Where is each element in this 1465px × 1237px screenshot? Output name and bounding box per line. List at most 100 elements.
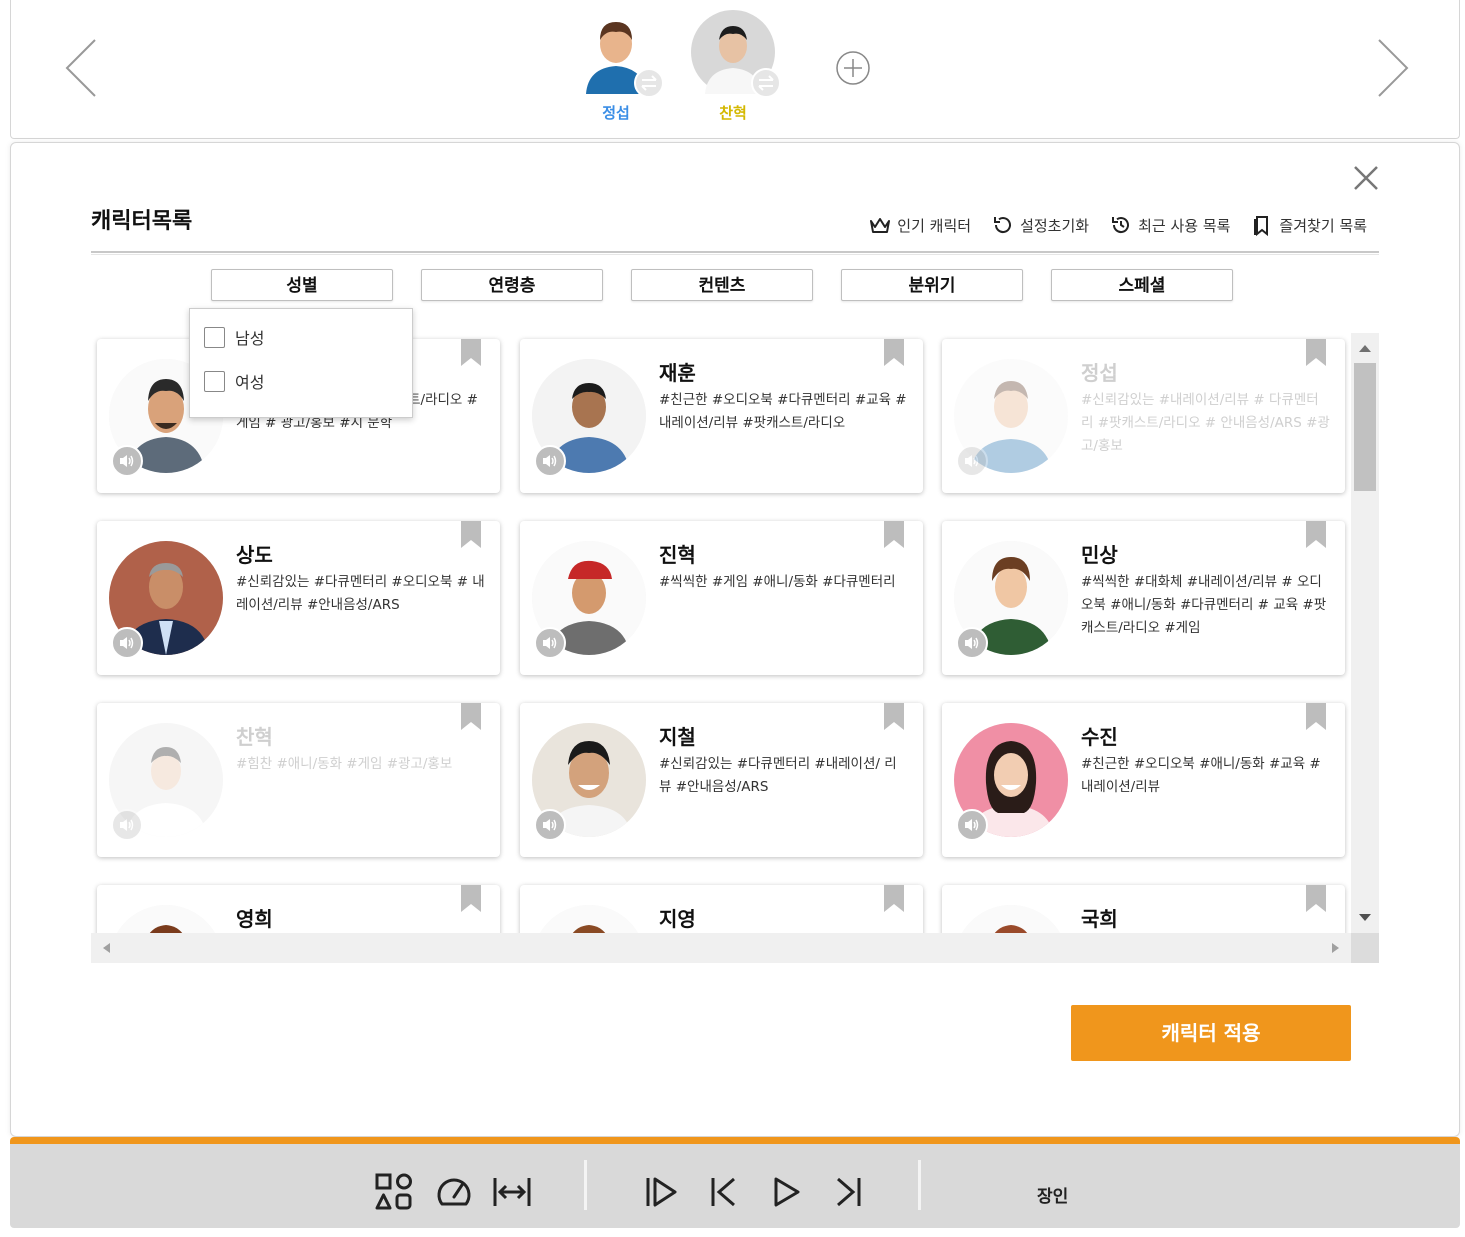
scroll-right-icon[interactable] xyxy=(1331,942,1341,954)
swap-icon[interactable] xyxy=(751,68,781,98)
next-icon[interactable] xyxy=(828,1172,868,1212)
speaker-icon[interactable] xyxy=(111,809,143,841)
character-name: 지영 xyxy=(659,907,696,931)
character-list-panel: 캐릭터목록 인기 캐릭터 설정초기화 최근 사용 목록 즐겨찾기 목록 성별 연… xyxy=(10,142,1460,1137)
character-name: 수진 xyxy=(1081,725,1118,749)
bookmark-icon[interactable] xyxy=(1305,703,1327,731)
character-name: 상도 xyxy=(236,543,273,567)
character-tags: #신뢰감있는 #다큐멘터리 #내레이션/ 리뷰 #안내음성/ARS xyxy=(659,756,897,795)
add-voice-icon[interactable] xyxy=(835,50,871,86)
previous-icon[interactable] xyxy=(704,1172,744,1212)
bookmark-icon[interactable] xyxy=(883,339,905,367)
character-name: 재훈 xyxy=(659,361,696,385)
speaker-icon[interactable] xyxy=(111,627,143,659)
close-icon[interactable] xyxy=(1351,163,1381,193)
bookmark-icon[interactable] xyxy=(460,885,482,913)
scroll-left-icon[interactable] xyxy=(101,942,111,954)
speaker-icon[interactable] xyxy=(956,809,988,841)
bookmark-icon[interactable] xyxy=(1305,521,1327,549)
favorites-list-button[interactable]: 즐겨찾기 목록 xyxy=(1250,213,1367,237)
scroll-up-icon[interactable] xyxy=(1358,343,1372,353)
gender-option-female[interactable]: 여성 xyxy=(204,369,264,393)
checkbox[interactable] xyxy=(204,370,225,392)
filter-age[interactable]: 연령층 xyxy=(421,269,603,301)
title-divider xyxy=(91,251,1379,255)
scrollbar-corner xyxy=(1351,933,1379,963)
character-card[interactable]: 상도 #신뢰감있는 #다큐멘터리 #오디오북 # 내레이션/리뷰 #안내음성/A… xyxy=(97,521,500,675)
filter-content[interactable]: 컨텐츠 xyxy=(631,269,813,301)
scrollbar-thumb[interactable] xyxy=(1354,363,1376,491)
favorites-label: 즐겨찾기 목록 xyxy=(1279,216,1367,235)
bookmark-icon[interactable] xyxy=(883,703,905,731)
character-card[interactable]: 재훈 #친근한 #오디오북 #다큐멘터리 #교육 #내레이션/리뷰 #팟캐스트/… xyxy=(520,339,923,493)
character-card[interactable]: 수진 #친근한 #오디오북 #애니/동화 #교육 # 내레이션/리뷰 xyxy=(942,703,1345,857)
character-tags: #씩씩한 #게임 #애니/동화 #다큐멘터리 xyxy=(659,574,896,590)
bookmark-icon[interactable] xyxy=(1305,885,1327,913)
character-name: 진혁 xyxy=(659,543,696,567)
toolbar-separator xyxy=(918,1160,921,1210)
bookmark-icon[interactable] xyxy=(460,339,482,367)
avatar xyxy=(691,10,781,98)
filter-special[interactable]: 스페셜 xyxy=(1051,269,1233,301)
current-speaker[interactable]: 장인 xyxy=(1037,1182,1068,1207)
play-from-start-icon[interactable] xyxy=(642,1172,682,1212)
character-name: 찬혁 xyxy=(236,725,273,749)
character-grid: 디오북 # 다큐멘터리 #팟캐스트/라디오 #게임 # 광고/홍보 #시 문학 … xyxy=(91,333,1379,963)
bookmark-icon[interactable] xyxy=(1305,339,1327,367)
checkbox[interactable] xyxy=(204,326,225,348)
character-tags: #신뢰감있는 #내레이션/리뷰 # 다큐멘터리 #팟캐스트/라디오 # 안내음성… xyxy=(1081,392,1330,454)
swap-icon[interactable] xyxy=(634,68,664,98)
panel-title: 캐릭터목록 xyxy=(91,209,193,234)
bookmark-icon[interactable] xyxy=(883,521,905,549)
speaker-icon[interactable] xyxy=(956,627,988,659)
vertical-scrollbar[interactable] xyxy=(1351,333,1379,933)
panel-toolbar: 인기 캐릭터 설정초기화 최근 사용 목록 즐겨찾기 목록 xyxy=(868,213,1367,237)
option-label: 여성 xyxy=(235,373,265,392)
voice-slot-2[interactable]: 찬혁 xyxy=(688,10,781,123)
shapes-icon[interactable] xyxy=(374,1172,414,1212)
character-tags: #신뢰감있는 #다큐멘터리 #오디오북 # 내레이션/리뷰 #안내음성/ARS xyxy=(236,574,485,613)
speed-icon[interactable] xyxy=(434,1172,474,1212)
reset-label: 설정초기화 xyxy=(1020,216,1090,235)
character-name: 지철 xyxy=(659,725,696,749)
bookmark-icon[interactable] xyxy=(460,703,482,731)
play-icon[interactable] xyxy=(766,1172,806,1212)
reset-settings-button[interactable]: 설정초기화 xyxy=(991,213,1089,237)
speaker-icon[interactable] xyxy=(534,627,566,659)
character-tags: #친근한 #오디오북 #애니/동화 #교육 # 내레이션/리뷰 xyxy=(1081,756,1321,795)
gender-option-male[interactable]: 남성 xyxy=(204,325,264,349)
bookmark-list-icon xyxy=(1254,216,1269,237)
chevron-right-icon[interactable] xyxy=(1371,38,1411,98)
width-icon[interactable] xyxy=(492,1172,532,1212)
character-card[interactable]: 지철 #신뢰감있는 #다큐멘터리 #내레이션/ 리뷰 #안내음성/ARS xyxy=(520,703,923,857)
character-tags: #힘찬 #애니/동화 #게임 #광고/홍보 xyxy=(236,756,453,772)
popular-label: 인기 캐릭터 xyxy=(897,216,972,235)
filter-mood[interactable]: 분위기 xyxy=(841,269,1023,301)
character-name: 민상 xyxy=(1081,543,1118,567)
character-card[interactable]: 민상 #씩씩한 #대화체 #내레이션/리뷰 # 오디오북 #애니/동화 #다큐멘… xyxy=(942,521,1345,675)
bookmark-icon[interactable] xyxy=(460,521,482,549)
character-name: 정섭 xyxy=(1081,361,1118,385)
bookmark-icon[interactable] xyxy=(883,885,905,913)
option-label: 남성 xyxy=(235,329,265,348)
gender-dropdown: 남성 여성 xyxy=(189,308,413,418)
popular-characters-button[interactable]: 인기 캐릭터 xyxy=(868,213,971,237)
speaker-icon[interactable] xyxy=(534,809,566,841)
chevron-left-icon[interactable] xyxy=(63,38,103,98)
character-card[interactable]: 정섭 #신뢰감있는 #내레이션/리뷰 # 다큐멘터리 #팟캐스트/라디오 # 안… xyxy=(942,339,1345,493)
scroll-down-icon[interactable] xyxy=(1358,913,1372,923)
character-card[interactable]: 찬혁 #힘찬 #애니/동화 #게임 #광고/홍보 xyxy=(97,703,500,857)
speaker-icon[interactable] xyxy=(956,445,988,477)
voice-slot-1[interactable]: 정섭 xyxy=(571,10,664,123)
reset-icon xyxy=(994,217,1012,234)
voice-selection-bar: 정섭 찬혁 xyxy=(10,0,1460,139)
horizontal-scrollbar[interactable] xyxy=(91,933,1351,963)
recent-list-button[interactable]: 최근 사용 목록 xyxy=(1109,213,1230,237)
speaker-icon[interactable] xyxy=(534,445,566,477)
character-card[interactable]: 진혁 #씩씩한 #게임 #애니/동화 #다큐멘터리 xyxy=(520,521,923,675)
avatar xyxy=(574,10,664,98)
crown-icon xyxy=(870,218,891,233)
filter-gender[interactable]: 성별 xyxy=(211,269,393,301)
apply-character-button[interactable]: 캐릭터 적용 xyxy=(1071,1005,1351,1061)
speaker-icon[interactable] xyxy=(111,445,143,477)
